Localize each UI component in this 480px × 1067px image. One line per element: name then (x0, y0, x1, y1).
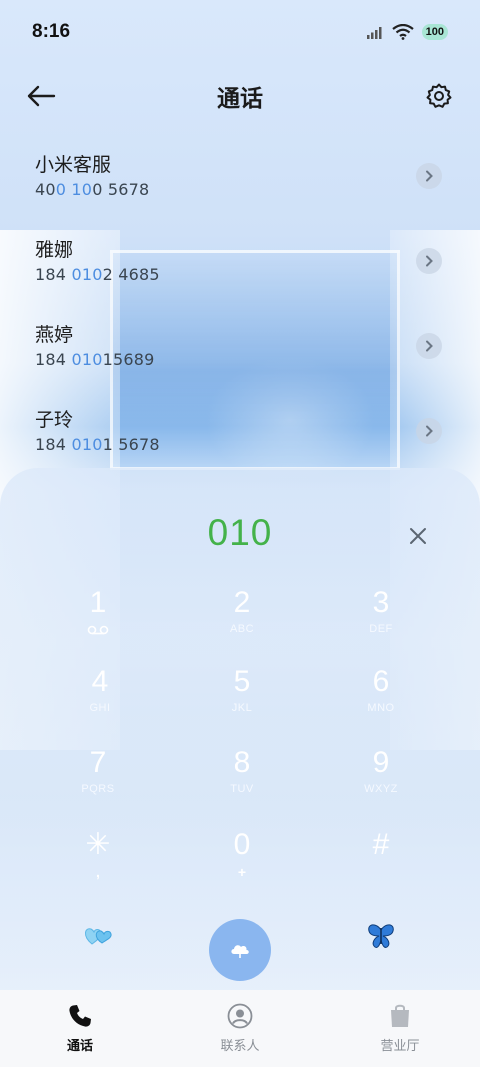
contact-row[interactable]: 燕婷 184 01015689 (0, 310, 480, 395)
key-3[interactable]: 3 DEF (331, 586, 431, 658)
status-time: 8:16 (32, 21, 71, 42)
key-5[interactable]: 5 JKL (192, 665, 292, 737)
signal-icon (366, 27, 382, 39)
phone-icon (69, 1005, 91, 1027)
key-8[interactable]: 8 TUV (192, 746, 292, 818)
chevron-right-icon (426, 425, 433, 437)
contact-number: 400 100 5678 (35, 180, 150, 199)
contact-list: 小米客服 400 100 5678 雅娜 184 0102 4685 燕婷 18… (0, 140, 480, 480)
key-star[interactable]: ✳ , (48, 828, 148, 900)
contact-number: 184 01015689 (35, 350, 155, 369)
nav-label: 通话 (66, 1039, 93, 1054)
chevron-right-icon (426, 255, 433, 267)
key-1[interactable]: 1 (48, 586, 148, 658)
bottom-nav: 通话 联系人 营业厅 (0, 990, 480, 1067)
contact-row[interactable]: 小米客服 400 100 5678 (0, 140, 480, 225)
key-2[interactable]: 2 ABC (192, 586, 292, 658)
nav-service-hall[interactable]: 营业厅 (340, 1003, 460, 1054)
chevron-right-icon (426, 170, 433, 182)
key-7[interactable]: 7 PQRS (48, 746, 148, 818)
battery-indicator: 100 (421, 24, 448, 40)
nav-calls[interactable]: 通话 (20, 1003, 140, 1054)
bag-icon (391, 1004, 409, 1027)
back-arrow-icon (27, 85, 56, 107)
contact-number: 184 0102 4685 (35, 265, 160, 284)
clear-button[interactable] (402, 520, 434, 552)
contact-icon (227, 1003, 253, 1029)
key-0[interactable]: 0 + (192, 828, 292, 900)
voicemail-icon (87, 625, 109, 635)
key-6[interactable]: 6 MNO (331, 665, 431, 737)
key-hash[interactable]: # (331, 828, 431, 900)
contact-name: 子玲 (35, 409, 74, 431)
chevron-right-icon (426, 340, 433, 352)
status-icons: 100 (366, 24, 448, 40)
contact-name: 小米客服 (35, 154, 112, 176)
key-9[interactable]: 9 WXYZ (331, 746, 431, 818)
contact-detail-button[interactable] (416, 418, 442, 444)
nav-label: 联系人 (220, 1039, 260, 1054)
nav-contacts[interactable]: 联系人 (180, 1003, 300, 1054)
contact-detail-button[interactable] (416, 163, 442, 189)
gear-icon (426, 83, 452, 108)
header: 通话 (0, 68, 480, 124)
wifi-icon (391, 24, 414, 40)
contact-row[interactable]: 雅娜 184 0102 4685 (0, 225, 480, 310)
butterfly-icon[interactable] (366, 922, 396, 950)
contact-name: 雅娜 (35, 239, 74, 261)
call-button[interactable] (209, 919, 271, 981)
contact-number: 184 0101 5678 (35, 435, 160, 454)
status-bar: 8:16 100 (0, 0, 480, 64)
settings-button[interactable] (422, 79, 456, 113)
contact-detail-button[interactable] (416, 333, 442, 359)
page-title: 通话 (217, 86, 263, 112)
cloud-icon (231, 945, 249, 958)
close-icon (410, 528, 426, 544)
contact-name: 燕婷 (35, 324, 74, 346)
key-4[interactable]: 4 GHI (50, 665, 150, 737)
nav-label: 营业厅 (380, 1039, 420, 1054)
hearts-icon[interactable] (84, 924, 114, 948)
back-button[interactable] (24, 79, 58, 113)
contact-detail-button[interactable] (416, 248, 442, 274)
